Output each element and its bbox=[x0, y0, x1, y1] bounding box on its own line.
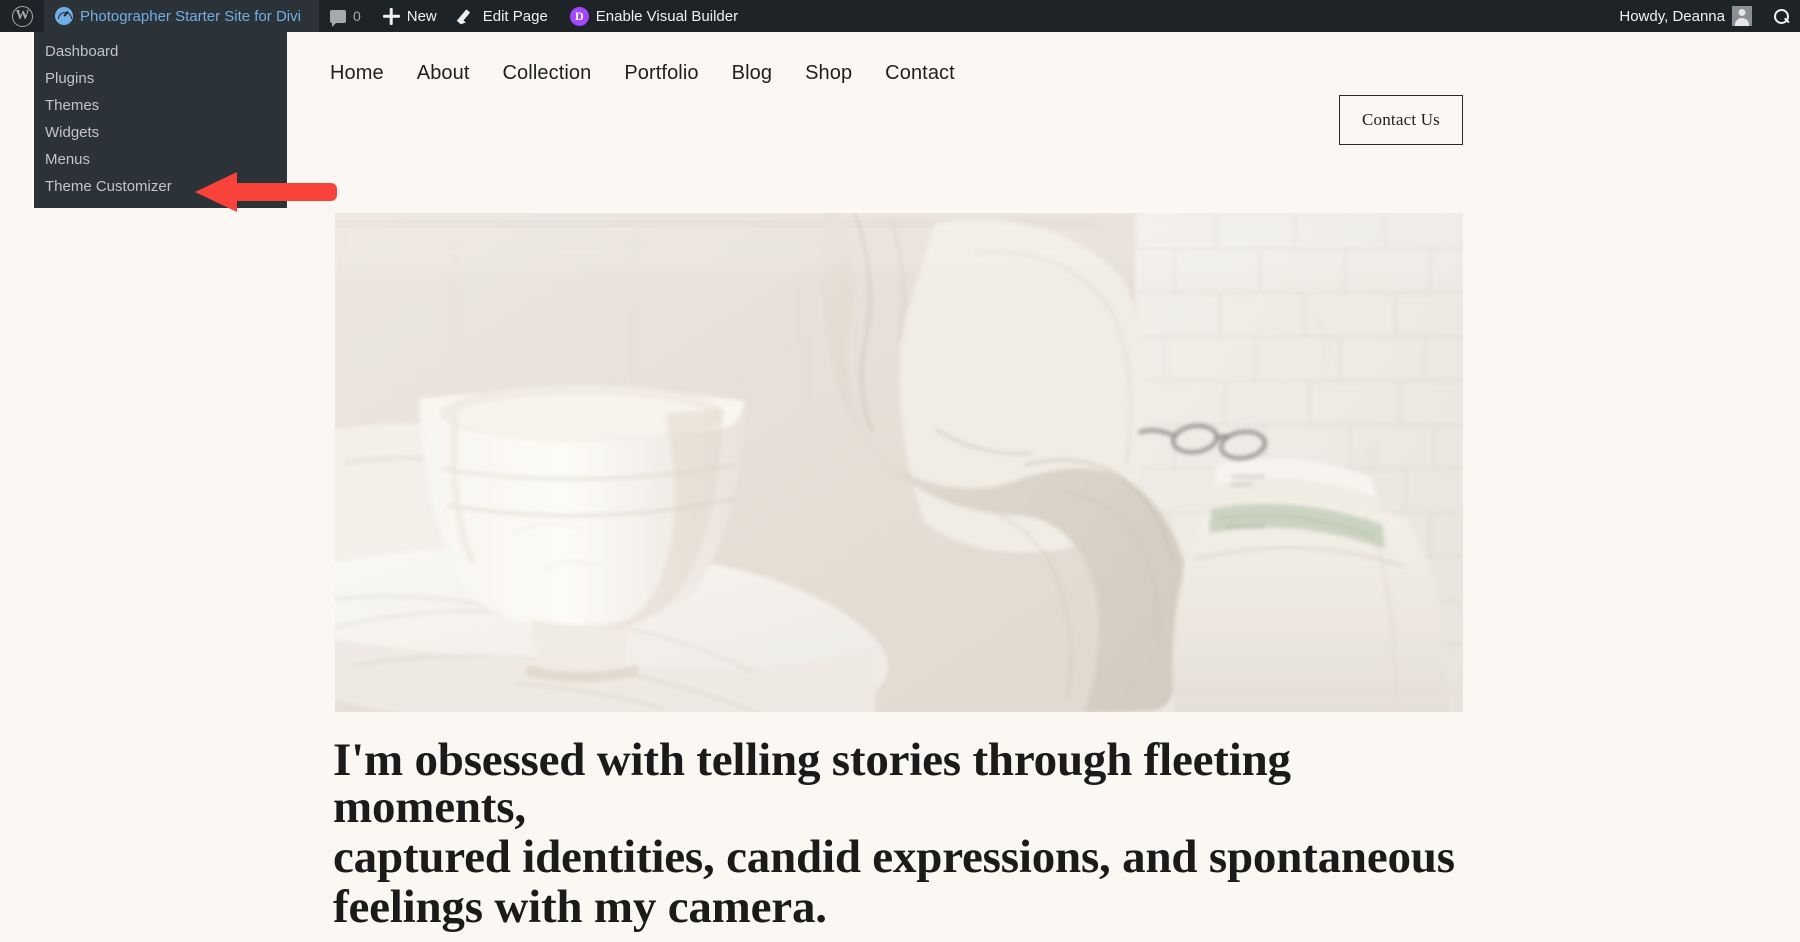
dropdown-item-label: Theme Customizer bbox=[45, 178, 172, 195]
dropdown-item-label: Menus bbox=[45, 151, 91, 168]
dropdown-item-plugins[interactable]: Plugins bbox=[34, 65, 287, 92]
hero-heading-line: captured identities, candid expressions,… bbox=[333, 831, 1455, 883]
plus-icon bbox=[383, 8, 400, 25]
nav-item-about[interactable]: About bbox=[417, 62, 470, 85]
new-label: New bbox=[406, 7, 437, 25]
comment-bubble-icon bbox=[329, 9, 346, 27]
pencil-icon bbox=[459, 8, 476, 25]
nav-item-shop[interactable]: Shop bbox=[805, 62, 852, 85]
enable-visual-builder-button[interactable]: D Enable Visual Builder bbox=[559, 0, 749, 32]
admin-bar-search-button[interactable] bbox=[1763, 0, 1800, 32]
wordpress-logo-icon: W bbox=[12, 5, 33, 27]
dropdown-item-label: Widgets bbox=[45, 124, 100, 141]
hero-heading-line: feelings with my camera. bbox=[333, 881, 827, 933]
new-content-button[interactable]: New bbox=[372, 0, 448, 32]
search-icon bbox=[1774, 8, 1789, 24]
nav-item-collection[interactable]: Collection bbox=[503, 62, 592, 85]
site-title-label: Photographer Starter Site for Divi bbox=[80, 7, 301, 25]
hero-heading-line: I'm obsessed with telling stories throug… bbox=[333, 734, 1291, 833]
nav-item-home[interactable]: Home bbox=[330, 62, 384, 85]
primary-navigation: Home About Collection Portfolio Blog Sho… bbox=[330, 62, 955, 85]
dropdown-item-dashboard[interactable]: Dashboard bbox=[34, 38, 287, 65]
admin-bar-right-group: Howdy, Deanna bbox=[1608, 0, 1800, 32]
wp-admin-bar: W Photographer Starter Site for Divi 0 N… bbox=[0, 0, 1800, 32]
hero-heading: I'm obsessed with telling stories throug… bbox=[333, 737, 1493, 934]
edit-page-label: Edit Page bbox=[482, 7, 548, 25]
nav-item-blog[interactable]: Blog bbox=[732, 62, 772, 85]
site-name-dropdown-menu: Dashboard Plugins Themes Widgets Menus T… bbox=[34, 32, 287, 208]
howdy-label: Howdy, Deanna bbox=[1619, 7, 1725, 25]
dropdown-item-label: Themes bbox=[45, 97, 100, 114]
dropdown-item-theme-customizer[interactable]: Theme Customizer bbox=[34, 173, 287, 200]
dropdown-item-label: Dashboard bbox=[45, 43, 119, 60]
contact-us-label: Contact Us bbox=[1361, 110, 1441, 129]
my-account-button[interactable]: Howdy, Deanna bbox=[1608, 0, 1763, 32]
user-avatar-icon bbox=[1732, 6, 1752, 26]
dashboard-speedometer-icon bbox=[55, 7, 73, 25]
contact-us-button[interactable]: Contact Us bbox=[1339, 95, 1463, 145]
comments-count: 0 bbox=[352, 8, 361, 24]
wp-logo-button[interactable]: W bbox=[0, 0, 44, 32]
dropdown-item-themes[interactable]: Themes bbox=[34, 92, 287, 119]
comments-button[interactable]: 0 bbox=[319, 0, 372, 32]
site-name-button[interactable]: Photographer Starter Site for Divi bbox=[44, 0, 319, 32]
hero-image bbox=[335, 213, 1463, 712]
dropdown-item-menus[interactable]: Menus bbox=[34, 146, 287, 173]
dropdown-item-label: Plugins bbox=[45, 70, 95, 87]
enable-visual-builder-label: Enable Visual Builder bbox=[595, 7, 739, 25]
nav-item-contact[interactable]: Contact bbox=[885, 62, 955, 85]
site-name-menu[interactable]: Photographer Starter Site for Divi bbox=[44, 0, 319, 32]
divi-d-icon: D bbox=[569, 6, 589, 26]
nav-item-portfolio[interactable]: Portfolio bbox=[624, 62, 698, 85]
dropdown-item-widgets[interactable]: Widgets bbox=[34, 119, 287, 146]
edit-page-button[interactable]: Edit Page bbox=[448, 0, 559, 32]
